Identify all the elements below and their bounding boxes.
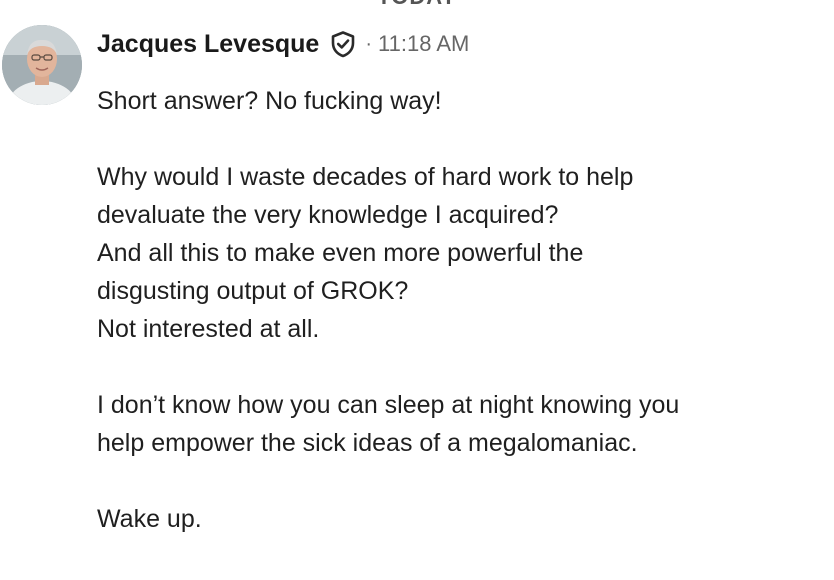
day-divider: TODAY [0,0,834,10]
message-timestamp: 11:18 AM [378,31,470,56]
message-paragraph: Wake up. [97,500,817,538]
message-line: Wake up. [97,505,202,533]
message-line: help empower the sick ideas of a megalom… [97,429,638,457]
message-line: Not interested at all. [97,315,320,343]
message-paragraph: Short answer? No fucking way! [97,82,817,120]
chat-message: Jacques Levesque · 11:18 AM Short answer… [97,26,817,538]
message-paragraph: Why would I waste decades of hard work t… [97,158,817,348]
message-line: And all this to make even more powerful … [97,239,584,267]
verified-shield-icon [329,30,357,58]
separator-dot: · [365,32,373,55]
avatar-photo [2,25,82,105]
sender-name[interactable]: Jacques Levesque [97,30,319,59]
message-paragraph: I don’t know how you can sleep at night … [97,386,817,462]
avatar[interactable] [2,25,82,105]
message-header: Jacques Levesque · 11:18 AM [97,26,817,62]
message-line: Why would I waste decades of hard work t… [97,163,634,191]
message-line: I don’t know how you can sleep at night … [97,391,680,419]
message-body: Short answer? No fucking way! Why would … [97,82,817,538]
message-line: Short answer? No fucking way! [97,87,442,115]
message-line: disgusting output of GROK? [97,277,409,305]
message-line: devaluate the very knowledge I acquired? [97,201,559,229]
